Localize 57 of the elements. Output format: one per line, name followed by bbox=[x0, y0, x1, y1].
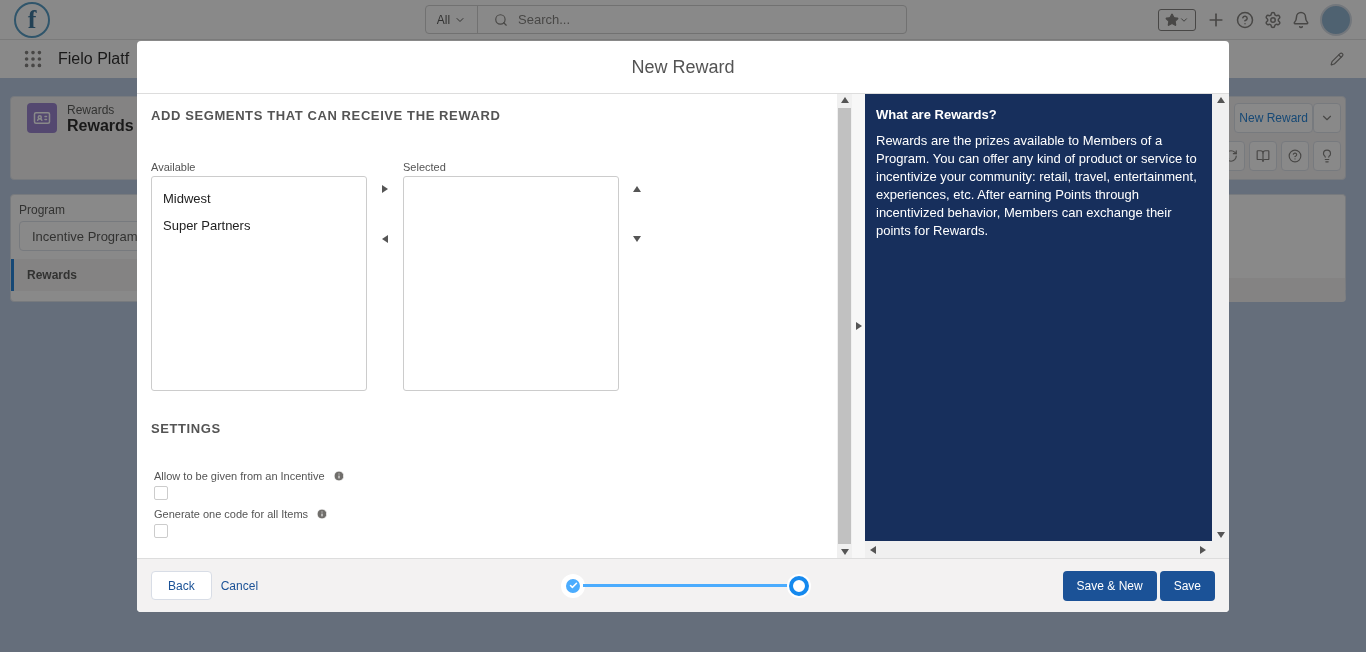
app-launcher-icon[interactable] bbox=[22, 48, 44, 70]
down-triangle-icon[interactable] bbox=[1216, 531, 1225, 539]
search-icon bbox=[494, 12, 508, 27]
check-icon bbox=[568, 581, 578, 590]
scope-dropdown[interactable]: All bbox=[426, 6, 478, 33]
list-option[interactable]: Super Partners bbox=[152, 212, 366, 239]
left-triangle-icon[interactable] bbox=[381, 235, 389, 243]
id-card-icon bbox=[27, 103, 57, 133]
list-label: Available bbox=[151, 161, 197, 173]
help-icon bbox=[1288, 149, 1302, 163]
section-heading: SETTINGS bbox=[151, 421, 222, 436]
lightbulb-button[interactable] bbox=[1313, 141, 1341, 171]
help-title: What are Rewards? bbox=[876, 106, 998, 124]
cancel-link[interactable]: Cancel bbox=[220, 578, 259, 593]
down-triangle-icon[interactable] bbox=[840, 548, 849, 556]
down-triangle-icon[interactable] bbox=[633, 235, 641, 243]
progress-step[interactable] bbox=[789, 575, 810, 596]
option-label: Generate one code for all Items bbox=[154, 508, 309, 520]
info-icon[interactable] bbox=[316, 508, 329, 520]
scrollbar[interactable] bbox=[837, 94, 852, 558]
bell-icon[interactable] bbox=[1292, 10, 1310, 29]
settings-icon[interactable] bbox=[1264, 10, 1282, 29]
right-triangle-icon[interactable] bbox=[854, 322, 863, 330]
star-icon bbox=[1165, 12, 1179, 27]
up-triangle-icon[interactable] bbox=[633, 185, 641, 193]
right-triangle-icon[interactable] bbox=[381, 185, 389, 193]
favorites-button[interactable] bbox=[1158, 8, 1196, 31]
avatar[interactable] bbox=[1320, 3, 1352, 36]
right-triangle-icon[interactable] bbox=[1199, 545, 1207, 554]
list-option[interactable]: Midwest bbox=[152, 185, 366, 212]
up-triangle-icon[interactable] bbox=[840, 96, 849, 104]
book-icon bbox=[1256, 149, 1270, 163]
page-title: Rewards bbox=[67, 117, 134, 135]
list-label: Selected bbox=[403, 161, 447, 173]
lightbulb-icon bbox=[1320, 149, 1334, 163]
search-field[interactable]: All Search... bbox=[425, 5, 907, 34]
panel-toggle[interactable] bbox=[852, 94, 865, 558]
field-label: Program bbox=[18, 203, 66, 217]
left-triangle-icon[interactable] bbox=[869, 545, 877, 554]
save-button[interactable]: Save & New bbox=[1062, 570, 1157, 601]
available-listbox[interactable]: Midwest Super Partners bbox=[151, 176, 367, 391]
section-heading: ADD SEGMENTS THAT CAN RECEIVE THE REWARD bbox=[151, 108, 502, 123]
object-label: Rewards bbox=[67, 103, 116, 117]
scrollbar[interactable] bbox=[1212, 94, 1229, 541]
option-label: Allow to be given from an Incentive bbox=[154, 470, 325, 482]
checkbox[interactable] bbox=[154, 524, 168, 538]
help-button[interactable] bbox=[1281, 141, 1309, 171]
checkbox[interactable] bbox=[154, 486, 168, 500]
horizontal-scrollbar[interactable] bbox=[865, 541, 1229, 558]
back-button[interactable]: Back bbox=[151, 571, 212, 600]
up-triangle-icon[interactable] bbox=[1216, 96, 1225, 104]
save-button[interactable]: Save bbox=[1159, 570, 1215, 601]
app-name: Fielo Platf bbox=[58, 50, 130, 68]
help-icon[interactable] bbox=[1236, 10, 1254, 29]
pencil-icon[interactable] bbox=[1330, 52, 1344, 66]
help-text: Rewards are the prizes available to Members of a Program. You can offer any kind of product or service to incentivize your community: retail, travel, entertainment, experiences, etc. After earning Points through incentivized behavior, Members can exchange their points for Rewards. bbox=[876, 132, 1198, 240]
info-icon[interactable] bbox=[332, 470, 345, 482]
